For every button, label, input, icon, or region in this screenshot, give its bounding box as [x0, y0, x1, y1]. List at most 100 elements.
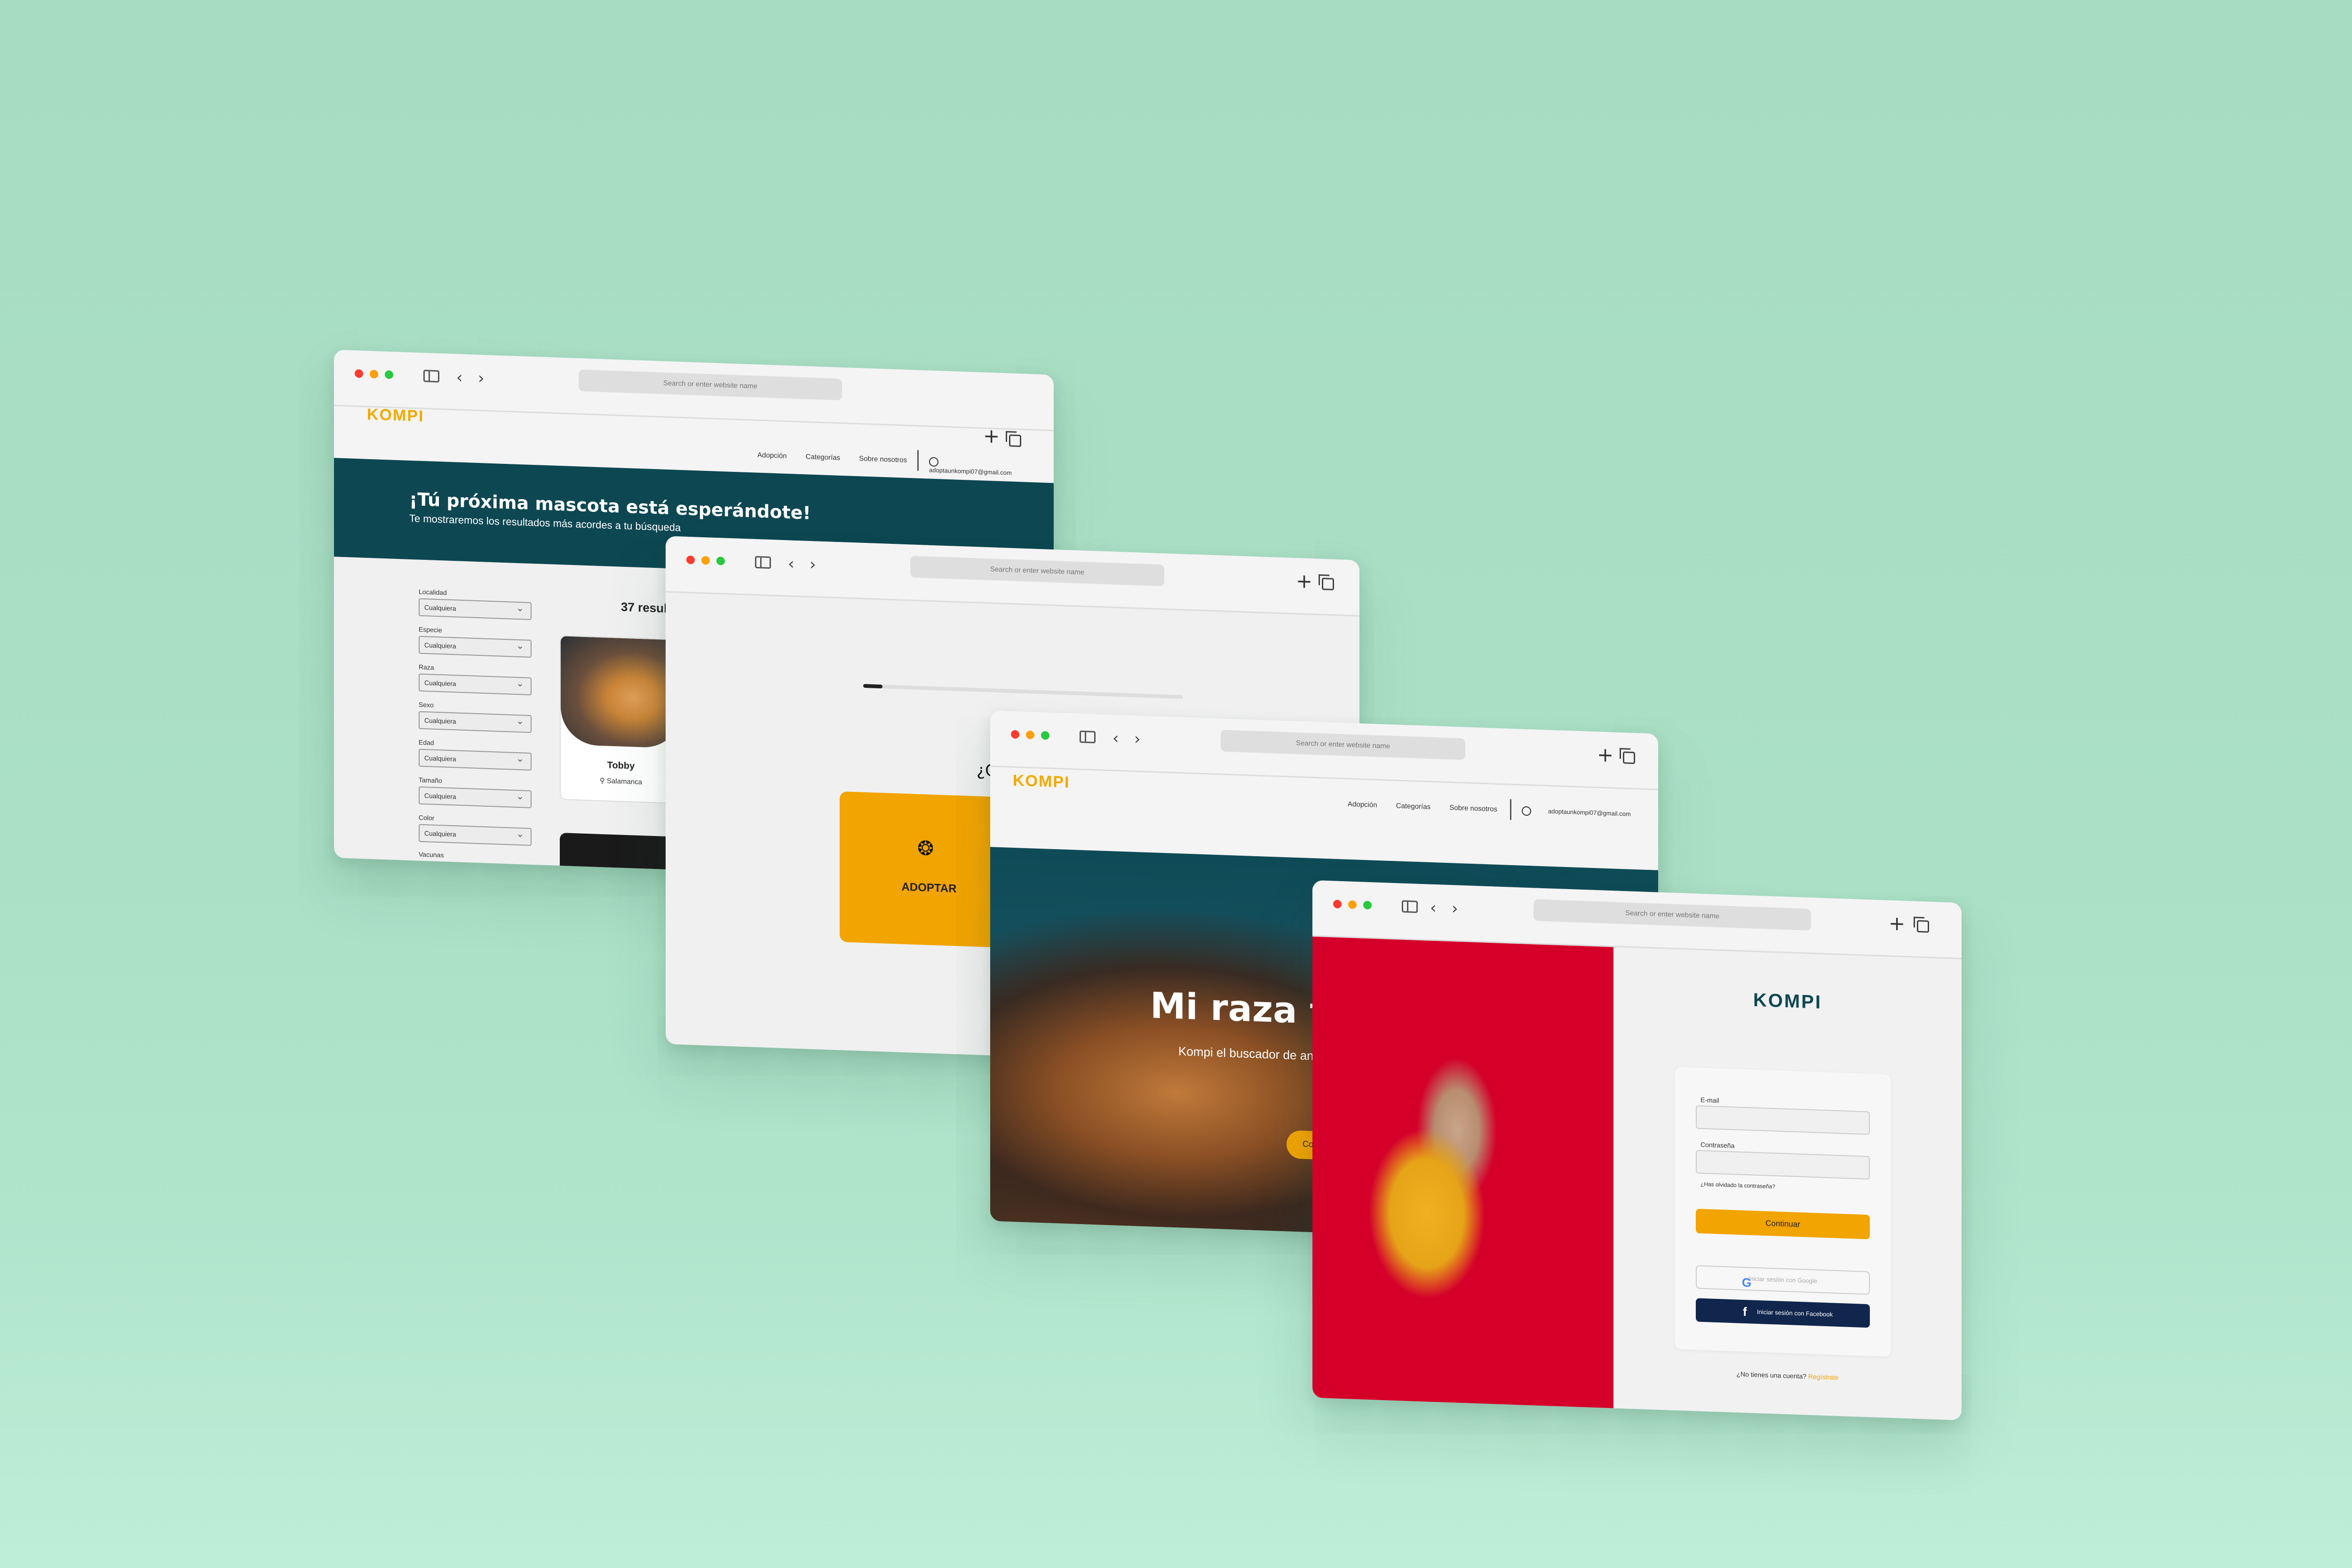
login-form: E-mail Contraseña ¿Has olvidado la contr…	[1675, 1067, 1891, 1357]
user-icon	[1522, 806, 1531, 816]
new-tab-icon[interactable]: +	[1889, 912, 1905, 935]
new-tab-icon[interactable]: +	[983, 424, 1000, 447]
nav-categorias[interactable]: Categorías	[1396, 802, 1430, 811]
nav-divider	[1510, 799, 1511, 820]
onboarding-progress-bar	[863, 684, 1183, 699]
register-link[interactable]: Regístrate	[1808, 1373, 1839, 1381]
back-arrow-icon[interactable]: ‹	[788, 554, 795, 573]
forgot-password-link[interactable]: ¿Has olvidado la contraseña?	[1700, 1181, 1775, 1190]
kompi-logo[interactable]: KOMPI	[1013, 772, 1070, 792]
onboarding-progress-fill	[863, 684, 882, 689]
tabs-overview-icon[interactable]	[1322, 577, 1334, 590]
browser-toolbar: ‹ › Search or enter website name +	[666, 536, 1359, 617]
filter-select-tamano[interactable]: Cualquiera	[419, 786, 532, 808]
maximize-window-button[interactable]	[716, 557, 725, 565]
home-cta-label: Co	[1303, 1139, 1314, 1149]
url-bar[interactable]: Search or enter website name	[1534, 899, 1811, 931]
back-arrow-icon[interactable]: ‹	[456, 368, 463, 387]
user-email: adoptaunkompi07@gmail.com	[1548, 808, 1631, 818]
url-bar[interactable]: Search or enter website name	[579, 369, 842, 401]
user-icon	[929, 457, 938, 467]
minimize-window-button[interactable]	[370, 369, 378, 379]
url-bar[interactable]: Search or enter website name	[1221, 730, 1465, 760]
kompi-logo: KOMPI	[1753, 989, 1822, 1013]
filter-select-localidad[interactable]: Cualquiera	[419, 598, 532, 620]
facebook-icon: f	[1743, 1304, 1747, 1319]
nav-adopcion[interactable]: Adopción	[757, 451, 787, 460]
close-window-button[interactable]	[1333, 899, 1342, 909]
sidebar-toggle-icon[interactable]	[755, 556, 771, 569]
filter-label-sexo: Sexo	[419, 700, 434, 709]
browser-window-login: ‹ › Search or enter website name + KOMPI…	[1312, 880, 1962, 1421]
pet-location-text: Salamanca	[607, 777, 643, 787]
url-bar[interactable]: Search or enter website name	[910, 556, 1164, 587]
forward-arrow-icon[interactable]: ›	[478, 369, 485, 388]
nav-categorias[interactable]: Categorías	[806, 453, 840, 462]
url-placeholder: Search or enter website name	[663, 379, 758, 390]
maximize-window-button[interactable]	[1363, 900, 1372, 910]
site-nav: Adopción Categorías Sobre nosotros	[757, 451, 924, 465]
site-nav: Adopción Categorías Sobre nosotros	[1348, 800, 1514, 814]
sidebar-toggle-icon[interactable]	[1402, 900, 1418, 913]
minimize-window-button[interactable]	[1348, 900, 1357, 909]
user-account[interactable]: adoptaunkompi07@gmail.com	[929, 457, 1054, 478]
tabs-overview-icon[interactable]	[1009, 434, 1021, 447]
forward-arrow-icon[interactable]: ›	[810, 555, 816, 574]
url-placeholder: Search or enter website name	[990, 565, 1085, 577]
google-icon: G	[1742, 1275, 1752, 1290]
close-window-button[interactable]	[686, 555, 695, 565]
email-label: E-mail	[1700, 1096, 1719, 1105]
user-account[interactable]: adoptaunkompi07@gmail.com	[1522, 806, 1648, 820]
url-placeholder: Search or enter website name	[1625, 909, 1720, 921]
location-pin-icon: ⚲	[599, 777, 607, 785]
nav-adopcion[interactable]: Adopción	[1348, 800, 1377, 809]
forward-arrow-icon[interactable]: ›	[1134, 730, 1141, 748]
sidebar-toggle-icon[interactable]	[423, 369, 439, 383]
minimize-window-button[interactable]	[701, 556, 710, 565]
url-placeholder: Search or enter website name	[1295, 739, 1391, 750]
google-login-button[interactable]: G Iniciar sesión con Google	[1696, 1265, 1870, 1295]
filter-label-color: Color	[419, 813, 435, 822]
pet-location: ⚲ Salamanca	[561, 775, 681, 788]
new-tab-icon[interactable]: +	[1597, 743, 1613, 766]
tabs-overview-icon[interactable]	[1917, 920, 1929, 933]
kompi-logo[interactable]: KOMPI	[367, 406, 424, 426]
filter-select-raza[interactable]: Cualquiera	[419, 673, 532, 695]
tabs-overview-icon[interactable]	[1623, 751, 1635, 764]
pet-card[interactable]	[560, 833, 682, 883]
close-window-button[interactable]	[355, 369, 363, 378]
login-panel: KOMPI E-mail Contraseña ¿Has olvidado la…	[1613, 947, 1962, 1421]
minimize-window-button[interactable]	[1026, 730, 1034, 740]
nav-divider	[917, 450, 919, 471]
password-label: Contraseña	[1700, 1140, 1735, 1150]
login-hero-image	[1312, 936, 1613, 1418]
close-window-button[interactable]	[1011, 730, 1019, 739]
new-tab-icon[interactable]: +	[1296, 569, 1312, 593]
password-field[interactable]	[1696, 1150, 1870, 1180]
filter-label-tamano: Tamaño	[419, 776, 442, 785]
email-field[interactable]	[1696, 1105, 1870, 1135]
facebook-login-label: Iniciar sesión con Facebook	[1757, 1308, 1833, 1318]
google-login-label: Iniciar sesión con Google	[1748, 1275, 1817, 1285]
user-email: adoptaunkompi07@gmail.com	[929, 466, 1012, 477]
maximize-window-button[interactable]	[1041, 731, 1049, 740]
background-floor	[0, 1223, 2352, 1568]
filter-select-especie[interactable]: Cualquiera	[419, 636, 532, 658]
filter-select-sexo[interactable]: Cualquiera	[419, 711, 532, 733]
nav-sobre-nosotros[interactable]: Sobre nosotros	[859, 454, 907, 464]
filter-select-color[interactable]: Cualquiera	[419, 824, 532, 846]
filter-label-vacunas: Vacunas	[419, 850, 444, 859]
back-arrow-icon[interactable]: ‹	[1430, 899, 1437, 917]
filter-label-localidad: Localidad	[419, 588, 447, 597]
pet-card[interactable]: Tobby ⚲ Salamanca	[560, 635, 682, 804]
filter-select-edad[interactable]: Cualquiera	[419, 748, 532, 771]
nav-sobre-nosotros[interactable]: Sobre nosotros	[1449, 804, 1497, 813]
filter-label-raza: Raza	[419, 663, 434, 671]
back-arrow-icon[interactable]: ‹	[1112, 729, 1119, 748]
continue-button[interactable]: Continuar	[1696, 1209, 1870, 1240]
sidebar-toggle-icon[interactable]	[1080, 730, 1096, 744]
facebook-login-button[interactable]: f Iniciar sesión con Facebook	[1696, 1298, 1870, 1328]
maximize-window-button[interactable]	[385, 370, 393, 379]
forward-arrow-icon[interactable]: ›	[1452, 899, 1458, 918]
home-tagline: Kompi el buscador de anim	[1178, 1044, 1327, 1064]
